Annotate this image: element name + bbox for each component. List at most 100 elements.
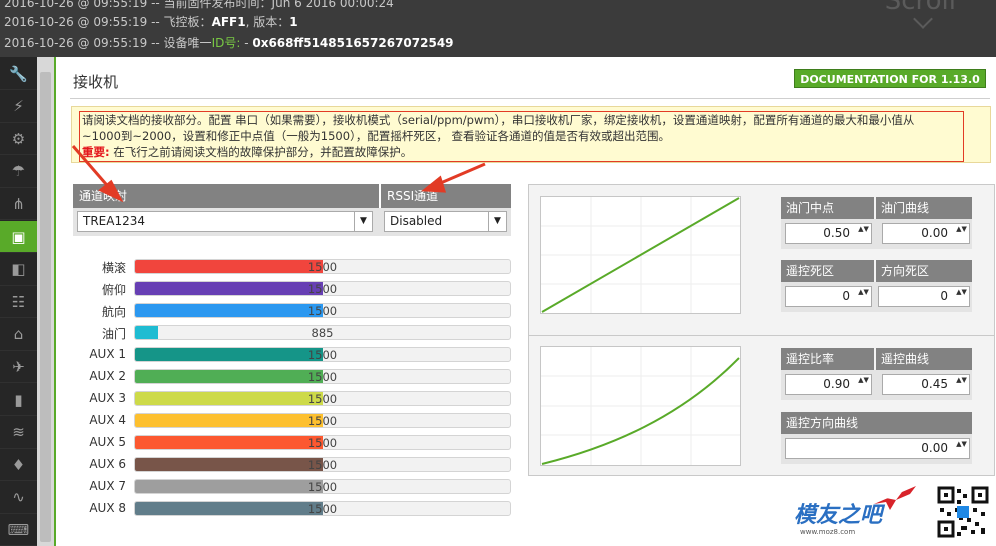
- channel-bar: 1500: [134, 281, 511, 296]
- sidebar-item-plug[interactable]: ⚡: [0, 91, 37, 123]
- rc-rate-value: 0.90: [823, 377, 850, 391]
- parachute-icon: ☂: [11, 162, 26, 181]
- yaw-expo-value: 0.00: [921, 441, 948, 455]
- channel-bar: 1500: [134, 479, 511, 494]
- rate-curve-panel: 遥控比率 遥控曲线 0.90 ▲▼ 0.45 ▲▼ 遥控方向曲线 0.00 ▲▼: [528, 335, 995, 476]
- channel-label: 横滚: [101, 261, 126, 275]
- channel-value: 1500: [307, 370, 338, 384]
- spinner-icon[interactable]: ▲▼: [858, 377, 869, 392]
- pulse-icon: ∿: [12, 488, 25, 507]
- note-line-2: ~1000到~2000，设置和修正中点值（一般为1500），配置摇杆死区， 查看…: [82, 129, 670, 143]
- channel-bar: 1500: [134, 347, 511, 362]
- sidebar-item-satellite[interactable]: ✈: [0, 351, 37, 384]
- channel-value: 1500: [307, 282, 338, 296]
- spinner-icon[interactable]: ▲▼: [956, 226, 967, 241]
- log-version-value: 1: [289, 15, 298, 29]
- channel-map-value: TREA1234: [83, 214, 145, 228]
- title-divider: [70, 98, 990, 99]
- rc-rate-input[interactable]: 0.90 ▲▼: [785, 374, 872, 395]
- log-uid-label: ID号:: [211, 36, 241, 50]
- rc-expo-input[interactable]: 0.45 ▲▼: [882, 374, 970, 395]
- sidebar-item-pulse[interactable]: ∿: [0, 482, 37, 514]
- sidebar: 🔧 ⚡ ⚙ ☂ ⋔ ▣ ◧ ☷ ⌂ ✈ ▮ ≋ ♦ ∿ ⌨: [0, 57, 37, 546]
- servo-icon: ⌂: [13, 325, 24, 344]
- rssi-channel-header: RSSI通道: [381, 184, 511, 208]
- yaw-deadband-value: 0: [940, 289, 948, 303]
- channel-map-header: 通道映射: [73, 184, 379, 208]
- sidebar-item-battery[interactable]: ▮: [0, 384, 37, 416]
- help-note: 请阅读文档的接收部分。配置 串口（如果需要），接收机模式（serial/ppm/…: [71, 106, 991, 163]
- spinner-icon[interactable]: ▲▼: [956, 441, 967, 456]
- sidebar-item-gear[interactable]: ⚙: [0, 123, 37, 156]
- spinner-icon[interactable]: ▲▼: [858, 226, 869, 241]
- receiver-tab-content: 接收机 DOCUMENTATION FOR 1.13.0 请阅读文档的接收部分。…: [54, 57, 996, 546]
- sidebar-item-receiver[interactable]: ▣: [0, 221, 37, 253]
- throttle-expo-input[interactable]: 0.00 ▲▼: [882, 223, 970, 244]
- satellite-icon: ✈: [12, 357, 25, 376]
- yaw-expo-input[interactable]: 0.00 ▲▼: [785, 438, 970, 459]
- channel-value: 1500: [307, 304, 338, 318]
- sidebar-item-toggle[interactable]: ◧: [0, 254, 37, 286]
- yaw-deadband-header: 方向死区: [876, 260, 972, 282]
- channel-bar: 1500: [134, 435, 511, 450]
- channel-value: 1500: [307, 348, 338, 362]
- log-panel: 2016-10-26 @ 09:55:19 -- 当前固件发布时间：Jun 6 …: [0, 0, 996, 57]
- sidebar-item-signal[interactable]: ≋: [0, 417, 37, 449]
- help-note-text: 请阅读文档的接收部分。配置 串口（如果需要），接收机模式（serial/ppm/…: [82, 112, 962, 160]
- toggle-icon: ◧: [11, 260, 26, 279]
- rc-expo-header: 遥控曲线: [876, 348, 972, 370]
- channel-label: 俯仰: [101, 283, 126, 297]
- spinner-icon[interactable]: ▲▼: [858, 289, 869, 304]
- channel-label: 航向: [101, 305, 126, 319]
- throttle-curve-panel: 油门中点 油门曲线 0.50 ▲▼ 0.00 ▲▼ 遥控死区 方向死区 0 ▲▼ 0 ▲…: [528, 184, 995, 352]
- scrollbar-thumb[interactable]: [40, 72, 51, 542]
- note-line-1: 请阅读文档的接收部分。配置 串口（如果需要），接收机模式（serial/ppm/…: [82, 113, 915, 127]
- channel-value: 1500: [307, 458, 338, 472]
- rssi-channel-select[interactable]: Disabled ▼: [384, 211, 507, 232]
- channel-label: AUX 2: [89, 369, 126, 383]
- sliders-icon: ☷: [11, 292, 26, 311]
- log-uid-value: 0x668ff514851657267072549: [252, 36, 454, 50]
- watermark-url: www.moz8.com: [800, 528, 856, 536]
- throttle-mid-value: 0.50: [823, 226, 850, 240]
- log-line-uid: 2016-10-26 @ 09:55:19 -- 设备唯一ID号: - 0x66…: [4, 34, 454, 51]
- spinner-icon[interactable]: ▲▼: [956, 377, 967, 392]
- log-version-label: , 版本：: [245, 15, 290, 29]
- channel-value: 1500: [307, 392, 338, 406]
- throttle-mid-input[interactable]: 0.50 ▲▼: [785, 223, 872, 244]
- sidebar-item-cli[interactable]: ⌨: [0, 514, 37, 546]
- sidebar-item-wrench[interactable]: 🔧: [0, 58, 37, 90]
- yaw-deadband-input[interactable]: 0 ▲▼: [878, 286, 970, 307]
- channel-map-select[interactable]: TREA1234 ▼: [77, 211, 373, 232]
- receiver-icon: ▣: [11, 227, 26, 246]
- channel-bar: 1500: [134, 369, 511, 384]
- log-board-name: AFF1: [211, 15, 246, 29]
- rc-rate-header: 遥控比率: [781, 348, 874, 370]
- dropdown-arrow-icon: ▼: [488, 212, 506, 231]
- channel-label: AUX 1: [89, 347, 126, 361]
- channel-bar: 1500: [134, 391, 511, 406]
- sidebar-item-parachute[interactable]: ☂: [0, 156, 37, 188]
- led-icon: ♦: [11, 455, 26, 474]
- throttle-curve-graph: [541, 197, 740, 313]
- throttle-mid-header: 油门中点: [781, 197, 874, 219]
- channel-label: AUX 3: [89, 391, 126, 405]
- sidebar-item-servo[interactable]: ⌂: [0, 319, 37, 351]
- sidebar-item-network[interactable]: ⋔: [0, 188, 37, 221]
- rc-deadband-input[interactable]: 0 ▲▼: [785, 286, 872, 307]
- throttle-curve-plot: [540, 196, 741, 314]
- documentation-button[interactable]: DOCUMENTATION FOR 1.13.0: [794, 69, 986, 88]
- log-line-firmware: 2016-10-26 @ 09:55:19 -- 当前固件发布时间：Jun 6 …: [4, 0, 394, 10]
- channel-label: AUX 4: [89, 413, 126, 427]
- signal-icon: ≋: [12, 423, 25, 442]
- channel-bar: 1500: [134, 501, 511, 516]
- spinner-icon[interactable]: ▲▼: [956, 289, 967, 304]
- dropdown-arrow-icon: ▼: [354, 212, 372, 231]
- log-uid-dash: -: [240, 36, 253, 50]
- sidebar-item-led[interactable]: ♦: [0, 449, 37, 482]
- network-icon: ⋔: [12, 194, 25, 213]
- log-uid-prefix: 2016-10-26 @ 09:55:19 -- 设备唯一: [4, 36, 212, 50]
- qr-code-icon: [937, 486, 989, 538]
- rc-deadband-value: 0: [842, 289, 850, 303]
- sidebar-item-sliders[interactable]: ☷: [0, 286, 37, 319]
